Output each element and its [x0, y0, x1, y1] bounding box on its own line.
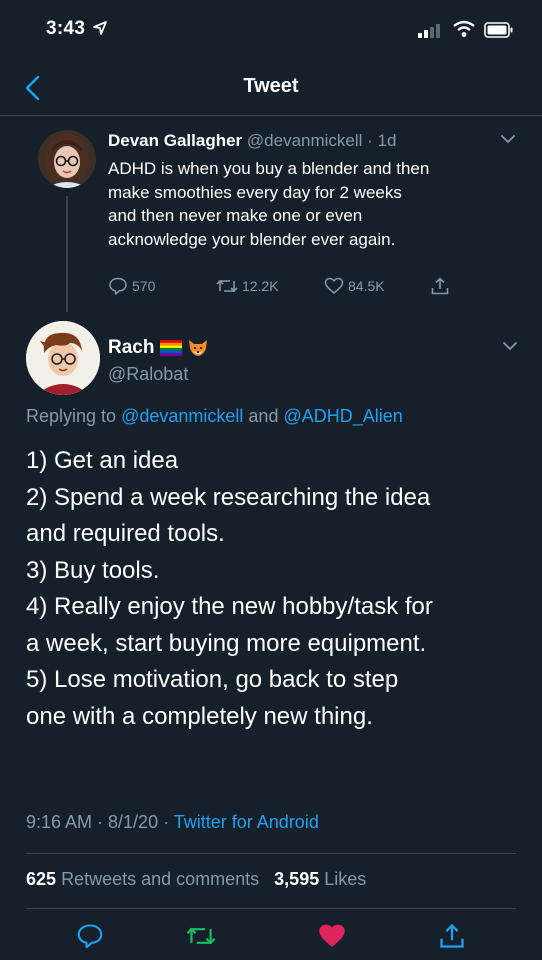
- reply-author-name[interactable]: Rach: [108, 337, 208, 359]
- likes-stat-label: Likes: [324, 869, 367, 889]
- tweet-line: and then never make one or even: [108, 206, 363, 225]
- tweet-line: a week, start buying more equipment.: [26, 629, 427, 657]
- tweet-age: · 1d: [367, 131, 397, 150]
- divider: [26, 853, 516, 854]
- replying-prefix: Replying to: [26, 406, 117, 426]
- divider: [26, 908, 516, 909]
- tweet-line: 3) Buy tools.: [26, 556, 160, 584]
- location-arrow-icon: [93, 21, 107, 35]
- author-handle[interactable]: @devanmickell: [247, 131, 363, 150]
- tweet-line: 4) Really enjoy the new hobby/task for: [26, 593, 433, 620]
- author-name: Rach: [108, 337, 155, 358]
- share-button[interactable]: [430, 274, 450, 298]
- tweet-line: ADHD is when you buy a blender and then: [108, 159, 430, 178]
- retweet-icon: [216, 279, 238, 293]
- tweet-line: 2) Spend a week researching the idea: [26, 483, 431, 511]
- like-button[interactable]: 84.5K: [324, 274, 385, 298]
- tweet-line: make smoothies every day for 2 weeks: [108, 182, 402, 202]
- parent-tweet-text: ADHD is when you buy a blender and then …: [108, 157, 520, 251]
- page-title: Tweet: [243, 75, 299, 97]
- likes-stat-count: 3,595: [274, 869, 320, 889]
- retweets-stat[interactable]: 625 Retweets and comments: [26, 869, 259, 889]
- tweet-line: acknowledge your blender ever again.: [108, 229, 396, 249]
- parent-tweet-actions: 570 12.2K 84.5K: [108, 274, 468, 298]
- wifi-icon: [453, 20, 475, 37]
- retweets-stat-count: 625: [26, 869, 57, 889]
- signal-icon: [418, 24, 440, 38]
- reply-tweet-actions: [0, 922, 542, 952]
- retweet-icon[interactable]: [186, 922, 216, 950]
- thread-line: [66, 196, 68, 312]
- reply-icon: [109, 277, 127, 295]
- retweet-button[interactable]: 12.2K: [216, 274, 279, 298]
- mention-link[interactable]: @devanmickell: [121, 406, 243, 426]
- replying-and: and: [248, 406, 279, 426]
- like-count: 84.5K: [348, 278, 385, 294]
- parent-tweet-header: Devan Gallagher @devanmickell · 1d: [108, 131, 396, 151]
- reply-icon[interactable]: [76, 922, 104, 950]
- author-handle[interactable]: @Ralobat: [108, 364, 188, 385]
- tweet-line: 1) Get an idea: [26, 447, 179, 474]
- share-icon: [431, 277, 449, 295]
- mention-link[interactable]: @ADHD_Alien: [283, 406, 402, 426]
- battery-icon: [484, 22, 513, 38]
- timestamp: 9:16 AM · 8/1/20 ·: [26, 812, 170, 832]
- source-link[interactable]: Twitter for Android: [174, 812, 319, 832]
- tweet-meta: 9:16 AM · 8/1/20 · Twitter for Android: [26, 812, 319, 833]
- retweet-count: 12.2K: [242, 278, 279, 294]
- tweet-line: and required tools.: [26, 520, 225, 547]
- status-bar: 3:43: [0, 0, 542, 58]
- likes-stat[interactable]: 3,595 Likes: [274, 869, 366, 889]
- status-time: 3:43: [46, 18, 86, 39]
- reply-button[interactable]: 570: [108, 274, 155, 298]
- nav-bar: Tweet: [0, 58, 542, 116]
- tweet-stats: 625 Retweets and comments 3,595 Likes: [26, 869, 366, 890]
- reply-count: 570: [132, 278, 156, 294]
- fox-icon: [189, 340, 208, 356]
- tweet-line: one with a completely new thing.: [26, 702, 373, 730]
- heart-icon: [324, 277, 344, 294]
- avatar[interactable]: [38, 130, 96, 188]
- retweets-stat-label: Retweets and comments: [61, 869, 260, 889]
- rainbow-flag-icon: [160, 340, 183, 356]
- replying-to: Replying to @devanmickell and @ADHD_Alie…: [26, 406, 403, 427]
- chevron-down-icon[interactable]: [502, 340, 518, 352]
- share-icon[interactable]: [438, 922, 466, 950]
- reply-tweet-text: 1) Get an idea 2) Spend a week researchi…: [26, 443, 526, 735]
- avatar[interactable]: [26, 321, 100, 395]
- tweet-line: 5) Lose motivation, go back to step: [26, 666, 399, 693]
- heart-icon[interactable]: [318, 922, 346, 950]
- author-name[interactable]: Devan Gallagher: [108, 131, 242, 150]
- chevron-down-icon[interactable]: [500, 133, 516, 145]
